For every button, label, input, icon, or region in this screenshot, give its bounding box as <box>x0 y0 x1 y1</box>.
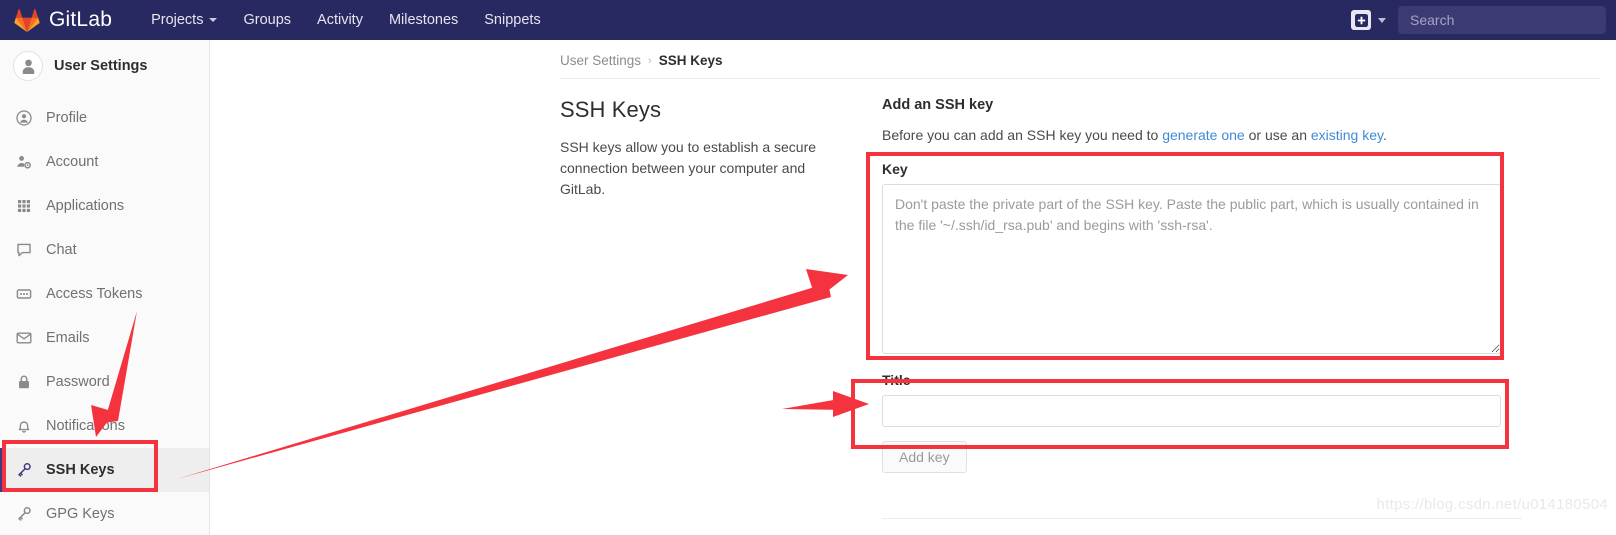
key-field-label: Key <box>882 161 908 177</box>
plus-square-icon[interactable] <box>1351 10 1371 30</box>
sidebar-item-applications[interactable]: Applications <box>0 184 209 228</box>
sidebar-item-applications-label: Applications <box>46 198 125 214</box>
navbar-right-group: Search <box>1351 0 1616 40</box>
add-key-button[interactable]: Add key <box>882 441 967 473</box>
token-card-icon <box>14 284 34 304</box>
grid-dots-icon <box>14 196 34 216</box>
content-bottom-divider <box>882 518 1522 519</box>
sidebar-item-password-label: Password <box>46 374 110 390</box>
settings-sidebar: User Settings Profile Account Applicatio… <box>0 40 210 535</box>
sidebar-item-profile-label: Profile <box>46 110 88 126</box>
key-icon <box>14 460 34 480</box>
nav-item-groups[interactable]: Groups <box>230 0 304 40</box>
gitlab-tanuki-logo-icon <box>14 8 40 32</box>
breadcrumb: User Settings › SSH Keys <box>560 53 723 68</box>
nav-item-milestones[interactable]: Milestones <box>376 0 471 40</box>
lock-icon <box>14 372 34 392</box>
form-heading: Add an SSH key <box>882 97 994 113</box>
sidebar-item-ssh-keys[interactable]: SSH Keys <box>0 448 209 492</box>
page-title: SSH Keys <box>560 97 662 122</box>
page-intro-column: SSH Keys SSH keys allow you to establish… <box>560 97 850 200</box>
bell-icon <box>14 416 34 436</box>
sidebar-item-notifications-label: Notifications <box>46 418 125 434</box>
breadcrumb-parent[interactable]: User Settings <box>560 53 641 68</box>
brand-home-link[interactable]: GitLab <box>14 0 112 40</box>
envelope-icon <box>14 328 34 348</box>
sidebar-item-gpg-keys-label: GPG Keys <box>46 506 115 522</box>
user-avatar-icon <box>13 51 43 81</box>
sidebar-item-access-tokens[interactable]: Access Tokens <box>0 272 209 316</box>
sidebar-item-account[interactable]: Account <box>0 140 209 184</box>
sidebar-title: User Settings <box>54 58 148 74</box>
generate-one-link[interactable]: generate one <box>1162 127 1245 143</box>
sidebar-item-gpg-keys[interactable]: GPG Keys <box>0 492 209 535</box>
brand-name: GitLab <box>49 8 113 31</box>
search-input[interactable]: Search <box>1398 6 1606 34</box>
search-placeholder: Search <box>1410 12 1455 28</box>
gitlab-ssh-keys-page: GitLab Projects Groups Activity Mileston… <box>0 0 1616 535</box>
sidebar-item-account-label: Account <box>46 154 99 170</box>
sidebar-item-access-tokens-label: Access Tokens <box>46 286 143 302</box>
new-menu-chevron-down-icon[interactable] <box>1378 17 1386 23</box>
user-gear-icon <box>14 152 34 172</box>
existing-key-link[interactable]: existing key <box>1311 127 1383 143</box>
form-lead-suffix: . <box>1382 127 1387 143</box>
nav-item-projects-label: Projects <box>151 12 204 28</box>
sidebar-item-emails[interactable]: Emails <box>0 316 209 360</box>
sidebar-item-emails-label: Emails <box>46 330 90 346</box>
add-ssh-key-form: Add an SSH key Before you can add an SSH… <box>882 97 1522 473</box>
breadcrumb-divider <box>560 78 1600 79</box>
sidebar-item-password[interactable]: Password <box>0 360 209 404</box>
title-field-label: Title <box>882 372 911 388</box>
chat-bubble-icon <box>14 240 34 260</box>
sidebar-item-ssh-keys-label: SSH Keys <box>46 462 115 478</box>
sidebar-header: User Settings <box>0 40 209 92</box>
primary-nav: Projects Groups Activity Milestones Snip… <box>138 0 554 40</box>
main-content: User Settings › SSH Keys SSH Keys SSH ke… <box>210 40 1616 535</box>
breadcrumb-separator-icon: › <box>648 54 652 67</box>
top-navbar: GitLab Projects Groups Activity Mileston… <box>0 0 1616 40</box>
sidebar-item-notifications[interactable]: Notifications <box>0 404 209 448</box>
nav-item-snippets[interactable]: Snippets <box>471 0 553 40</box>
user-circle-icon <box>14 108 34 128</box>
breadcrumb-current[interactable]: SSH Keys <box>659 53 723 68</box>
sidebar-item-profile[interactable]: Profile <box>0 96 209 140</box>
nav-item-projects[interactable]: Projects <box>138 0 230 40</box>
form-lead-prefix: Before you can add an SSH key you need t… <box>882 127 1163 143</box>
chevron-down-icon <box>209 18 218 22</box>
page-description: SSH keys allow you to establish a secure… <box>560 139 817 197</box>
nav-item-activity[interactable]: Activity <box>304 0 376 40</box>
key-input[interactable] <box>882 184 1501 354</box>
title-input[interactable] <box>882 395 1501 427</box>
sidebar-item-chat-label: Chat <box>46 242 77 258</box>
form-lead-middle: or use an <box>1244 127 1311 143</box>
sidebar-item-chat[interactable]: Chat <box>0 228 209 272</box>
key-icon <box>14 504 34 524</box>
sidebar-menu: Profile Account Applications Chat Access… <box>0 96 209 535</box>
form-lead-text: Before you can add an SSH key you need t… <box>882 127 1522 143</box>
